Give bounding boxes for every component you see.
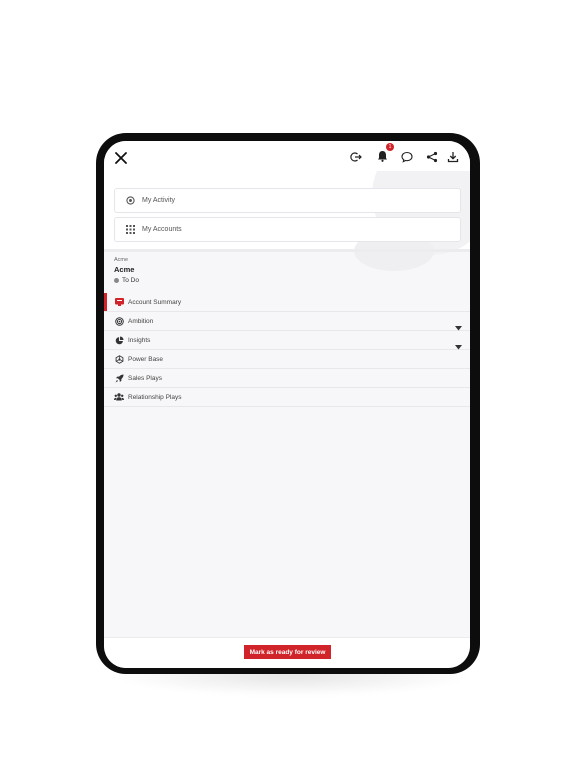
active-indicator — [104, 293, 107, 311]
logout-icon[interactable] — [348, 149, 364, 165]
my-accounts-label: My Accounts — [142, 226, 182, 233]
side-nav: Account Summary Ambition Insights Power … — [104, 293, 470, 407]
account-name: Acme — [114, 265, 135, 274]
tablet-frame: My Activity My Accounts 1 Acme Acme To D… — [96, 133, 480, 674]
nav-item-sales-plays[interactable]: Sales Plays — [104, 369, 470, 388]
app-screen: My Activity My Accounts 1 Acme Acme To D… — [104, 141, 470, 668]
nav-label: Account Summary — [128, 298, 182, 306]
nav-item-ambition[interactable]: Ambition — [104, 312, 470, 331]
people-icon — [114, 392, 124, 402]
notification-badge: 1 — [386, 143, 394, 151]
rocket-icon — [114, 373, 124, 383]
close-icon[interactable] — [112, 149, 130, 167]
nav-item-insights[interactable]: Insights — [104, 331, 470, 350]
account-summary-icon — [114, 297, 124, 307]
top-bar: 1 — [104, 141, 470, 171]
network-icon — [114, 354, 124, 364]
my-activity-label: My Activity — [142, 197, 176, 204]
my-activity-button[interactable]: My Activity — [114, 188, 461, 213]
target-icon — [114, 316, 124, 326]
nav-item-power-base[interactable]: Power Base — [104, 350, 470, 369]
nav-label: Power Base — [128, 355, 164, 363]
grid-icon — [126, 225, 138, 234]
mark-ready-for-review-button[interactable]: Mark as ready for review — [244, 645, 331, 659]
nav-item-relationship-plays[interactable]: Relationship Plays — [104, 388, 470, 407]
status-badge: To Do — [114, 277, 139, 284]
download-icon[interactable] — [445, 149, 461, 165]
account-small-label: Acme — [114, 257, 129, 263]
nav-label: Ambition — [128, 317, 154, 325]
share-icon[interactable] — [424, 149, 440, 165]
account-header: Acme Acme To Do — [114, 257, 139, 284]
nav-label: Relationship Plays — [128, 393, 182, 401]
pie-chart-icon — [114, 335, 124, 345]
my-accounts-button[interactable]: My Accounts — [114, 217, 461, 242]
nav-label: Insights — [128, 336, 151, 344]
nav-label: Sales Plays — [128, 374, 162, 382]
activity-icon — [126, 196, 138, 205]
hero-area: My Activity My Accounts — [104, 141, 470, 271]
section-divider — [104, 249, 470, 252]
footer-bar: Mark as ready for review — [104, 637, 470, 668]
status-label: To Do — [122, 277, 139, 284]
bell-icon[interactable]: 1 — [374, 143, 394, 164]
nav-item-account-summary[interactable]: Account Summary — [104, 293, 470, 312]
chat-icon[interactable] — [399, 149, 415, 165]
status-dot — [114, 278, 119, 283]
